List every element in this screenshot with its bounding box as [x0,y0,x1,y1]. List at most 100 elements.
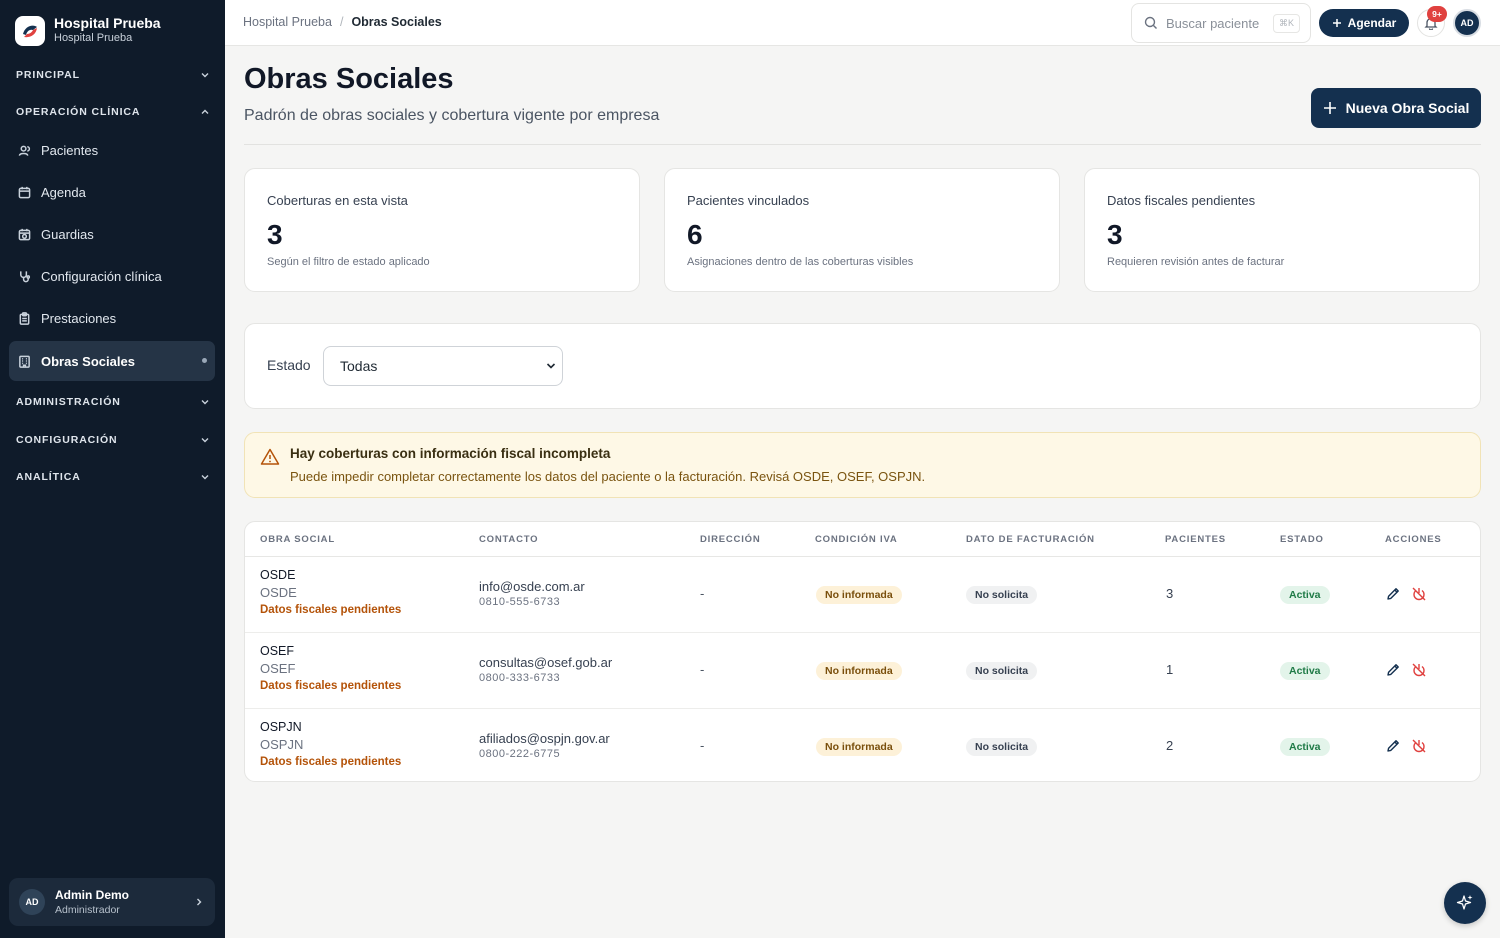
deactivate-button[interactable] [1411,586,1427,607]
obra-social-name: OSEF [260,644,295,658]
section-label: ADMINISTRACIÓN [16,396,121,408]
search-input[interactable]: Buscar paciente ⌘K [1131,3,1311,43]
nav-section-operacion[interactable]: OPERACIÓN CLÍNICA [16,101,210,123]
iva-badge: No informada [816,662,902,680]
sidebar-item-label: Configuración clínica [41,268,162,284]
stat-value: 6 [687,219,703,250]
estado-filter-label: Estado [267,357,311,373]
status-cell: Activa [1280,661,1330,680]
clipboard-icon [19,311,30,325]
column-header[interactable]: CONTACTO [479,534,538,545]
fiscal-warning-alert: Hay coberturas con información fiscal in… [244,432,1481,498]
page-title: Obras Sociales [244,63,454,95]
stat-note: Requieren revisión antes de facturar [1107,256,1285,268]
sidebar-item-guardias[interactable]: Guardias [9,214,215,254]
obra-social-alias: OSPJN [260,737,304,752]
patients-count: 1 [1166,662,1174,677]
search-shortcut: ⌘K [1272,13,1300,33]
new-obra-social-button[interactable]: Nueva Obra Social [1311,88,1481,128]
contact-phone: 0800-222-6775 [479,748,561,760]
address-cell: - [700,738,705,753]
pencil-icon [1387,740,1399,752]
obra-social-name: OSPJN [260,720,302,734]
calendar-icon [18,186,31,198]
contact-cell: afiliados@ospjn.gov.ar 0800-222-6775 [479,731,610,760]
fiscal-pending-label: Datos fiscales pendientes [260,680,402,692]
brand-title: Hospital Prueba [54,15,161,31]
sidebar-item-prestaciones[interactable]: Prestaciones [9,298,215,338]
table-row[interactable]: OSPJN OSPJN Datos fiscales pendientes af… [245,709,1480,781]
chevron-down-icon [201,475,209,480]
contact-cell: consultas@osef.gob.ar 0800-333-6733 [479,655,612,684]
sidebar-item-label: Prestaciones [41,310,117,326]
obra-social-cell: OSPJN OSPJN Datos fiscales pendientes [260,720,401,768]
deactivate-button[interactable] [1411,738,1427,759]
iva-badge: No informada [816,586,902,604]
section-label: ANALÍTICA [16,471,81,483]
patients-count: 2 [1166,738,1174,753]
contact-cell: info@osde.com.ar 0810-555-6733 [479,579,585,608]
deactivate-button[interactable] [1411,662,1427,683]
estado-select-value: Todas [340,358,378,374]
pencil-icon [1387,664,1399,676]
status-cell: Activa [1280,737,1330,756]
edit-button[interactable] [1385,738,1401,759]
billing-cell: No solicita [966,661,1038,680]
column-header[interactable]: ESTADO [1280,534,1324,545]
agendar-button[interactable]: Agendar [1319,9,1409,37]
stat-label: Pacientes vinculados [687,193,810,208]
avatar[interactable]: AD [1453,9,1481,37]
column-header[interactable]: OBRA SOCIAL [260,534,335,545]
power-off-icon [1412,663,1426,677]
stat-card-fiscales: Datos fiscales pendientes 3 Requieren re… [1084,168,1480,292]
obra-social-alias: OSDE [260,585,297,600]
nav-section-principal[interactable]: PRINCIPAL [16,64,210,86]
sidebar-item-label: Guardias [41,226,94,242]
sidebar-item-obras-sociales[interactable]: Obras Sociales [9,341,215,381]
edit-button[interactable] [1385,586,1401,607]
breadcrumb: Hospital Prueba / Obras Sociales [243,15,442,29]
column-header[interactable]: DATO DE FACTURACIÓN [966,534,1095,545]
obra-social-cell: OSDE OSDE Datos fiscales pendientes [260,568,401,616]
chevron-down-icon [201,73,209,78]
column-header[interactable]: PACIENTES [1165,534,1226,545]
table-row[interactable]: OSEF OSEF Datos fiscales pendientes cons… [245,633,1480,709]
nav-section-administracion[interactable]: ADMINISTRACIÓN [16,391,210,413]
status-badge: Activa [1280,586,1330,604]
plus-icon [1332,19,1341,27]
column-header[interactable]: CONDICIÓN IVA [815,534,898,545]
nav-section-analitica[interactable]: ANALÍTICA [16,466,210,488]
header-divider [244,144,1481,145]
fiscal-pending-label: Datos fiscales pendientes [260,604,402,616]
edit-button[interactable] [1385,662,1401,683]
new-obra-social-label: Nueva Obra Social [1345,100,1470,116]
notifications-badge: 9+ [1427,6,1447,22]
section-label: OPERACIÓN CLÍNICA [16,106,141,118]
ai-assistant-button[interactable] [1444,882,1486,924]
user-menu[interactable]: AD Admin Demo Administrador [9,878,215,926]
users-icon [18,145,31,156]
agendar-label: Agendar [1347,16,1397,30]
filter-panel: Estado Todas [244,323,1481,409]
brand[interactable]: Hospital Prueba Hospital Prueba [15,15,161,46]
breadcrumb-home[interactable]: Hospital Prueba [243,15,332,29]
alert-title: Hay coberturas con información fiscal in… [290,446,611,461]
table-row[interactable]: OSDE OSDE Datos fiscales pendientes info… [245,557,1480,633]
estado-select[interactable]: Todas [323,346,563,386]
sidebar-item-configuracion-clinica[interactable]: Configuración clínica [9,256,215,296]
contact-email: consultas@osef.gob.ar [479,655,613,670]
chevron-right-icon [197,898,202,906]
stethoscope-icon [20,270,31,282]
sidebar-item-agenda[interactable]: Agenda [9,172,215,212]
column-header[interactable]: DIRECCIÓN [700,534,761,545]
nav-section-configuracion[interactable]: CONFIGURACIÓN [16,429,210,451]
stat-note: Asignaciones dentro de las coberturas vi… [687,256,914,268]
hospital-logo-icon [15,15,45,46]
billing-badge: No solicita [966,586,1038,604]
sidebar-item-pacientes[interactable]: Pacientes [9,130,215,170]
chevron-down-icon [546,363,556,369]
obra-social-name: OSDE [260,568,296,582]
fiscal-pending-label: Datos fiscales pendientes [260,756,402,768]
sparkles-icon [1456,895,1473,910]
alert-text: Puede impedir completar correctamente lo… [290,469,926,484]
